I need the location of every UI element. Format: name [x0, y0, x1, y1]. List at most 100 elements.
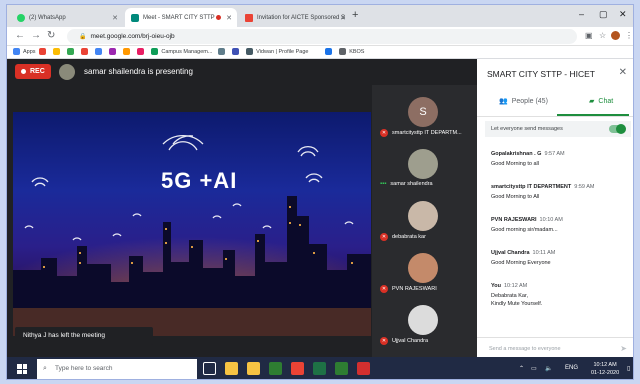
bookmark-favicon-icon — [53, 48, 61, 55]
everyone-send-label: Let everyone send messages — [491, 126, 563, 132]
bookmark-item[interactable] — [67, 48, 77, 55]
bookmark-item[interactable] — [95, 48, 105, 55]
bookmark-favicon-icon — [81, 48, 89, 55]
bookmark-favicon-icon — [339, 48, 347, 55]
divider — [477, 116, 633, 117]
tab-meet[interactable]: Meet - SMART CITY STTP - ✕ — [125, 8, 237, 27]
file-explorer-icon[interactable] — [225, 362, 238, 375]
bookmark-item[interactable] — [232, 48, 242, 55]
participant-name-row: ✕ Ujjval Chandra — [380, 337, 428, 345]
bookmark-item[interactable]: KBOS — [339, 48, 364, 55]
send-icon[interactable]: ➤ — [620, 344, 627, 353]
bookmark-item[interactable] — [53, 48, 63, 55]
new-tab-button[interactable]: + — [352, 9, 358, 21]
windows-start-icon[interactable] — [17, 364, 27, 374]
bookmark-item[interactable]: Apps — [13, 48, 36, 55]
bookmark-favicon-icon — [67, 48, 75, 55]
bookmark-item[interactable] — [137, 48, 147, 55]
folder-icon[interactable] — [247, 362, 260, 375]
everyone-send-toggle[interactable] — [609, 124, 626, 134]
taskbar-clock[interactable]: 10:12 AM 01-12-2020 — [591, 361, 619, 377]
bookmark-favicon-icon — [13, 48, 20, 55]
close-tab-icon[interactable]: ✕ — [340, 14, 346, 22]
bookmark-favicon-icon — [39, 48, 47, 55]
participant-avatar — [408, 149, 438, 179]
volume-icon[interactable]: 🔈 — [545, 365, 552, 372]
tab-people[interactable]: 👥 People (45) — [499, 97, 548, 106]
bookmark-item[interactable] — [218, 48, 228, 55]
chat-text: Debabrata Kar, — [491, 293, 528, 299]
sticky-notes-icon[interactable] — [335, 362, 348, 375]
chat-input[interactable]: Send a message to everyone ➤ — [477, 337, 633, 357]
chat-message: You 10:12 AM Debabrata Kar, Kindly Mute You… — [491, 283, 631, 308]
bookmark-label: Vidwan | Profile Page — [256, 48, 309, 55]
participant-name: Ujjval Chandra — [392, 338, 429, 344]
recording-label: REC — [30, 68, 45, 75]
chat-panel: SMART CITY STTP - HICET ✕ 👥 People (45) ▰… — [477, 59, 633, 357]
clock-time: 10:12 AM — [593, 362, 617, 368]
participant-tile[interactable]: ✕ PVN RAJESWARI — [372, 249, 477, 301]
chrome-icon[interactable] — [291, 362, 304, 375]
participant-tile[interactable]: ▪▪▪ samar shailendra — [372, 145, 477, 197]
participant-avatar — [408, 305, 438, 335]
chat-time: 10:12 AM — [503, 283, 528, 289]
participant-tile[interactable]: ✕ Ujjval Chandra — [372, 301, 477, 353]
task-view-icon[interactable] — [203, 362, 216, 375]
speaking-indicator-icon: ▪▪▪ — [380, 181, 387, 187]
tab-whatsapp[interactable]: (2) WhatsApp ✕ — [11, 8, 123, 27]
participant-strip: S ✕ smartcitysttp IT DEPARTM... ▪▪▪ samar sh… — [372, 85, 477, 357]
url-field[interactable]: 🔒 meet.google.com/brj-oieu-ojb — [67, 29, 577, 44]
taskbar-search-placeholder: Type here to search — [55, 365, 113, 372]
bookmark-item[interactable]: Campus Managem... — [151, 48, 212, 55]
menu-kebab-icon[interactable]: ⋮ — [625, 31, 633, 40]
back-icon[interactable]: ← — [15, 30, 25, 41]
participant-avatar: S — [408, 97, 438, 127]
close-window-button[interactable]: ✕ — [619, 9, 627, 20]
store-icon[interactable] — [269, 362, 282, 375]
forward-icon[interactable]: → — [31, 30, 41, 41]
cast-icon[interactable]: ▣ — [585, 31, 593, 40]
participant-tile[interactable]: S ✕ smartcitysttp IT DEPARTM... — [372, 93, 477, 145]
chat-sender: PVN RAJESWARI — [491, 217, 537, 223]
minimize-button[interactable]: – — [579, 9, 584, 19]
close-tab-icon[interactable]: ✕ — [112, 14, 118, 22]
chat-message: Gopalakrishnan . G 9:57 AM Good Morning to… — [491, 151, 631, 168]
pdf-icon[interactable] — [357, 362, 370, 375]
participant-avatar — [408, 253, 438, 283]
maximize-button[interactable]: ▢ — [599, 9, 608, 20]
participant-name-row: ▪▪▪ samar shailendra — [380, 181, 433, 187]
bookmark-item[interactable]: Vidwan | Profile Page — [246, 48, 308, 55]
bookmark-item[interactable] — [325, 48, 335, 55]
close-tab-icon[interactable]: ✕ — [226, 14, 232, 22]
bookmark-favicon-icon — [137, 48, 145, 55]
slide-title: 5G +AI — [161, 168, 238, 193]
bookmark-item[interactable] — [39, 48, 49, 55]
reload-icon[interactable]: ↻ — [47, 30, 55, 41]
profile-avatar-icon[interactable] — [611, 31, 620, 40]
bookmark-item[interactable] — [81, 48, 91, 55]
mic-muted-icon: ✕ — [380, 233, 388, 241]
participant-tile[interactable]: ✕ debabrata kar — [372, 197, 477, 249]
bookmark-item[interactable] — [109, 48, 119, 55]
tab-chat[interactable]: ▰ Chat — [589, 97, 613, 106]
screen: (2) WhatsApp ✕ Meet - SMART CITY STTP - … — [6, 4, 634, 380]
notifications-icon[interactable]: ▯ — [627, 365, 630, 372]
taskbar-search[interactable]: ⌕ Type here to search — [37, 359, 197, 379]
bookmark-favicon-icon — [95, 48, 103, 55]
bookmark-item[interactable] — [123, 48, 133, 55]
tab-gmail[interactable]: Invitation for AICTE Sponsored S ✕ — [239, 8, 351, 27]
people-tab-label: People (45) — [511, 97, 548, 105]
chat-message-header: Ujjval Chandra 10:11 AM — [491, 250, 631, 256]
meet-top-bar: REC samar shailendra is presenting — [7, 59, 477, 85]
network-icon[interactable]: ▭ — [531, 365, 537, 372]
chat-time: 10:11 AM — [532, 250, 556, 256]
bookmark-label: Apps — [23, 48, 36, 55]
chat-message-header: smartcitysttp IT DEPARTMENT 9:59 AM — [491, 184, 631, 190]
chat-message-header: PVN RAJESWARI 10:10 AM — [491, 217, 631, 223]
chat-sender: Ujjval Chandra — [491, 250, 530, 256]
excel-icon[interactable] — [313, 362, 326, 375]
language-indicator[interactable]: ENG — [565, 365, 578, 371]
tray-up-icon[interactable]: ⌃ — [519, 365, 524, 372]
close-panel-icon[interactable]: ✕ — [619, 67, 627, 78]
bookmark-star-icon[interactable]: ☆ — [599, 31, 606, 40]
